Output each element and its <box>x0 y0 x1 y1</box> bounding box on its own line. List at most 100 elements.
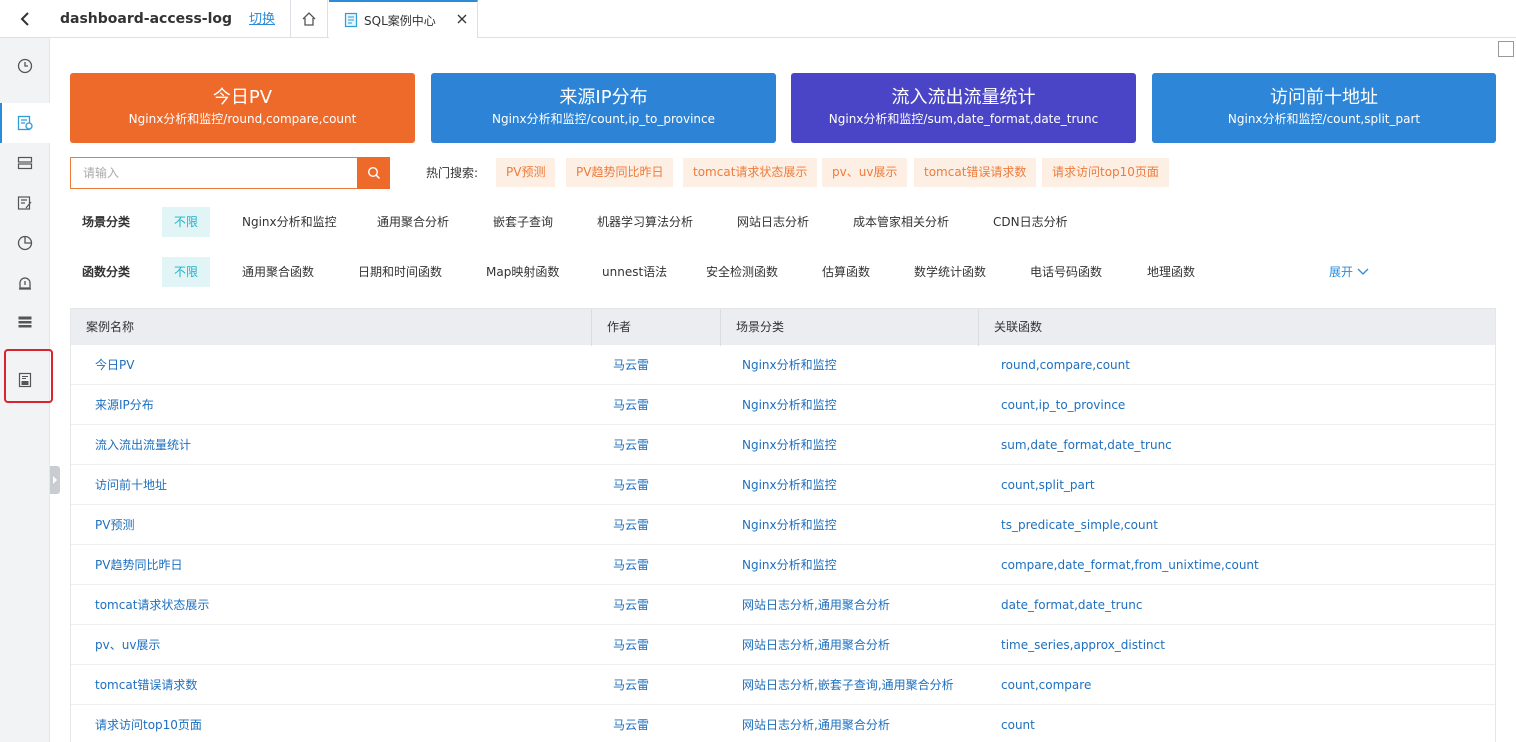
fullscreen-toggle[interactable] <box>1498 41 1514 57</box>
cell-author[interactable]: 马云雷 <box>613 545 649 585</box>
table-row[interactable]: tomcat请求状态展示 马云雷 网站日志分析,通用聚合分析 date_format,… <box>71 585 1495 625</box>
cell-author[interactable]: 马云雷 <box>613 345 649 385</box>
case-card-top10-address[interactable]: 访问前十地址 Nginx分析和监控/count,split_part <box>1152 73 1496 143</box>
function-option-all[interactable]: 不限 <box>162 257 211 287</box>
cell-scene[interactable]: 网站日志分析,通用聚合分析 <box>742 585 890 625</box>
table-row[interactable]: tomcat错误请求数 马云雷 网站日志分析,嵌套子查询,通用聚合分析 count,c… <box>71 665 1495 705</box>
table-row[interactable]: 来源IP分布 马云雷 Nginx分析和监控 count,ip_to_province <box>71 385 1495 425</box>
sidebar-item-dashboard[interactable] <box>0 223 50 263</box>
cell-author[interactable]: 马云雷 <box>613 465 649 505</box>
expand-filters-button[interactable]: 展开 <box>1329 257 1369 287</box>
table-row[interactable]: 访问前十地址 马云雷 Nginx分析和监控 count,split_part <box>71 465 1495 505</box>
cell-scene[interactable]: 网站日志分析,通用聚合分析 <box>742 625 890 665</box>
function-option[interactable]: unnest语法 <box>602 257 667 287</box>
top-bar: dashboard-access-log 切换 SQL案例中心 <box>0 0 1516 38</box>
cell-author[interactable]: 马云雷 <box>613 385 649 425</box>
case-card-today-pv[interactable]: 今日PV Nginx分析和监控/round,compare,count <box>70 73 415 143</box>
scene-option[interactable]: 通用聚合分析 <box>377 207 449 237</box>
cell-scene[interactable]: Nginx分析和监控 <box>742 425 837 465</box>
case-card-source-ip[interactable]: 来源IP分布 Nginx分析和监控/count,ip_to_province <box>431 73 776 143</box>
cell-author[interactable]: 马云雷 <box>613 425 649 465</box>
cell-case-name[interactable]: pv、uv展示 <box>95 625 160 665</box>
card-title: 今日PV <box>212 87 273 108</box>
hot-tag[interactable]: PV预测 <box>496 158 556 187</box>
search-input[interactable] <box>70 157 358 189</box>
app-root: dashboard-access-log 切换 SQL案例中心 今日PV Ngi… <box>0 0 1516 742</box>
hot-tag[interactable]: PV趋势同比昨日 <box>566 158 674 187</box>
hot-tag[interactable]: 请求访问top10页面 <box>1042 158 1169 187</box>
table-row[interactable]: PV趋势同比昨日 马云雷 Nginx分析和监控 compare,date_format… <box>71 545 1495 585</box>
function-option[interactable]: 通用聚合函数 <box>242 257 314 287</box>
column-header-functions: 关联函数 <box>978 309 1495 346</box>
cell-scene[interactable]: Nginx分析和监控 <box>742 505 837 545</box>
function-option[interactable]: Map映射函数 <box>486 257 559 287</box>
cell-case-name[interactable]: 今日PV <box>95 345 134 385</box>
tab-label: SQL案例中心 <box>364 13 436 28</box>
sidebar-highlight-box <box>4 349 53 403</box>
function-option[interactable]: 日期和时间函数 <box>358 257 442 287</box>
function-filter-label: 函数分类 <box>82 265 131 279</box>
switch-project-link[interactable]: 切换 <box>249 0 275 38</box>
sidebar-item-list[interactable] <box>0 302 50 342</box>
cell-case-name[interactable]: 流入流出流量统计 <box>95 425 191 465</box>
chevron-down-icon <box>1357 268 1369 275</box>
table-row[interactable]: PV预测 马云雷 Nginx分析和监控 ts_predicate_simple,cou… <box>71 505 1495 545</box>
scene-option[interactable]: Nginx分析和监控 <box>242 207 337 237</box>
home-tab[interactable] <box>290 0 328 38</box>
search-button[interactable] <box>357 157 390 189</box>
cell-author[interactable]: 马云雷 <box>613 665 649 705</box>
cell-case-name[interactable]: tomcat请求状态展示 <box>95 585 209 625</box>
sidebar-item-alert[interactable] <box>0 263 50 303</box>
cell-case-name[interactable]: tomcat错误请求数 <box>95 665 197 705</box>
cell-scene[interactable]: Nginx分析和监控 <box>742 385 837 425</box>
column-header-case-name: 案例名称 <box>86 320 135 334</box>
cell-author[interactable]: 马云雷 <box>613 505 649 545</box>
table-row[interactable]: pv、uv展示 马云雷 网站日志分析,通用聚合分析 time_series,appro… <box>71 625 1495 665</box>
scene-option[interactable]: 网站日志分析 <box>737 207 809 237</box>
column-header-author: 作者 <box>591 309 720 346</box>
cell-case-name[interactable]: 访问前十地址 <box>95 465 167 505</box>
expand-label: 展开 <box>1329 265 1354 279</box>
scene-option[interactable]: CDN日志分析 <box>993 207 1068 237</box>
cell-scene[interactable]: 网站日志分析,嵌套子查询,通用聚合分析 <box>742 665 954 705</box>
scene-option-all[interactable]: 不限 <box>162 207 211 237</box>
cell-author[interactable]: 马云雷 <box>613 625 649 665</box>
cell-author[interactable]: 马云雷 <box>613 585 649 625</box>
tab-sql-case-center[interactable]: SQL案例中心 <box>329 0 478 38</box>
cell-case-name[interactable]: 来源IP分布 <box>95 385 154 425</box>
cell-functions: time_series,approx_distinct <box>1001 638 1165 652</box>
log-search-icon <box>17 115 33 131</box>
case-card-traffic-stats[interactable]: 流入流出流量统计 Nginx分析和监控/sum,date_format,date… <box>791 73 1136 143</box>
cell-scene[interactable]: Nginx分析和监控 <box>742 465 837 505</box>
cell-scene[interactable]: Nginx分析和监控 <box>742 345 837 385</box>
hot-tag[interactable]: tomcat请求状态展示 <box>683 158 818 187</box>
cell-author[interactable]: 马云雷 <box>613 705 649 742</box>
scene-option[interactable]: 机器学习算法分析 <box>597 207 693 237</box>
table-row[interactable]: 今日PV 马云雷 Nginx分析和监控 round,compare,count <box>71 345 1495 385</box>
hot-tag[interactable]: tomcat错误请求数 <box>914 158 1037 187</box>
function-option[interactable]: 地理函数 <box>1147 257 1195 287</box>
cell-case-name[interactable]: PV趋势同比昨日 <box>95 545 182 585</box>
hot-tag[interactable]: pv、uv展示 <box>822 158 908 187</box>
cell-case-name[interactable]: PV预测 <box>95 505 134 545</box>
function-option[interactable]: 电话号码函数 <box>1030 257 1102 287</box>
sidebar-item-history[interactable] <box>0 46 50 86</box>
scene-option[interactable]: 成本管家相关分析 <box>853 207 949 237</box>
sidebar-item-saved-query[interactable] <box>0 183 50 223</box>
scene-option[interactable]: 嵌套子查询 <box>493 207 553 237</box>
sidebar-item-log-search[interactable] <box>0 103 50 143</box>
cell-case-name[interactable]: 请求访问top10页面 <box>95 705 202 742</box>
table-row[interactable]: 请求访问top10页面 马云雷 网站日志分析,通用聚合分析 count <box>71 705 1495 742</box>
function-option[interactable]: 数学统计函数 <box>914 257 986 287</box>
function-option[interactable]: 估算函数 <box>822 257 870 287</box>
table-row[interactable]: 流入流出流量统计 马云雷 Nginx分析和监控 sum,date_format,dat… <box>71 425 1495 465</box>
back-button[interactable] <box>0 0 50 38</box>
sidebar-item-logstore[interactable] <box>0 143 50 183</box>
function-option[interactable]: 安全检测函数 <box>706 257 778 287</box>
sidebar-collapse-handle[interactable] <box>50 466 60 494</box>
cell-scene[interactable]: 网站日志分析,通用聚合分析 <box>742 705 890 742</box>
close-icon[interactable] <box>455 12 469 26</box>
card-title: 来源IP分布 <box>559 87 648 108</box>
cell-scene[interactable]: Nginx分析和监控 <box>742 545 837 585</box>
table-header: 案例名称 作者 场景分类 关联函数 <box>71 308 1495 346</box>
